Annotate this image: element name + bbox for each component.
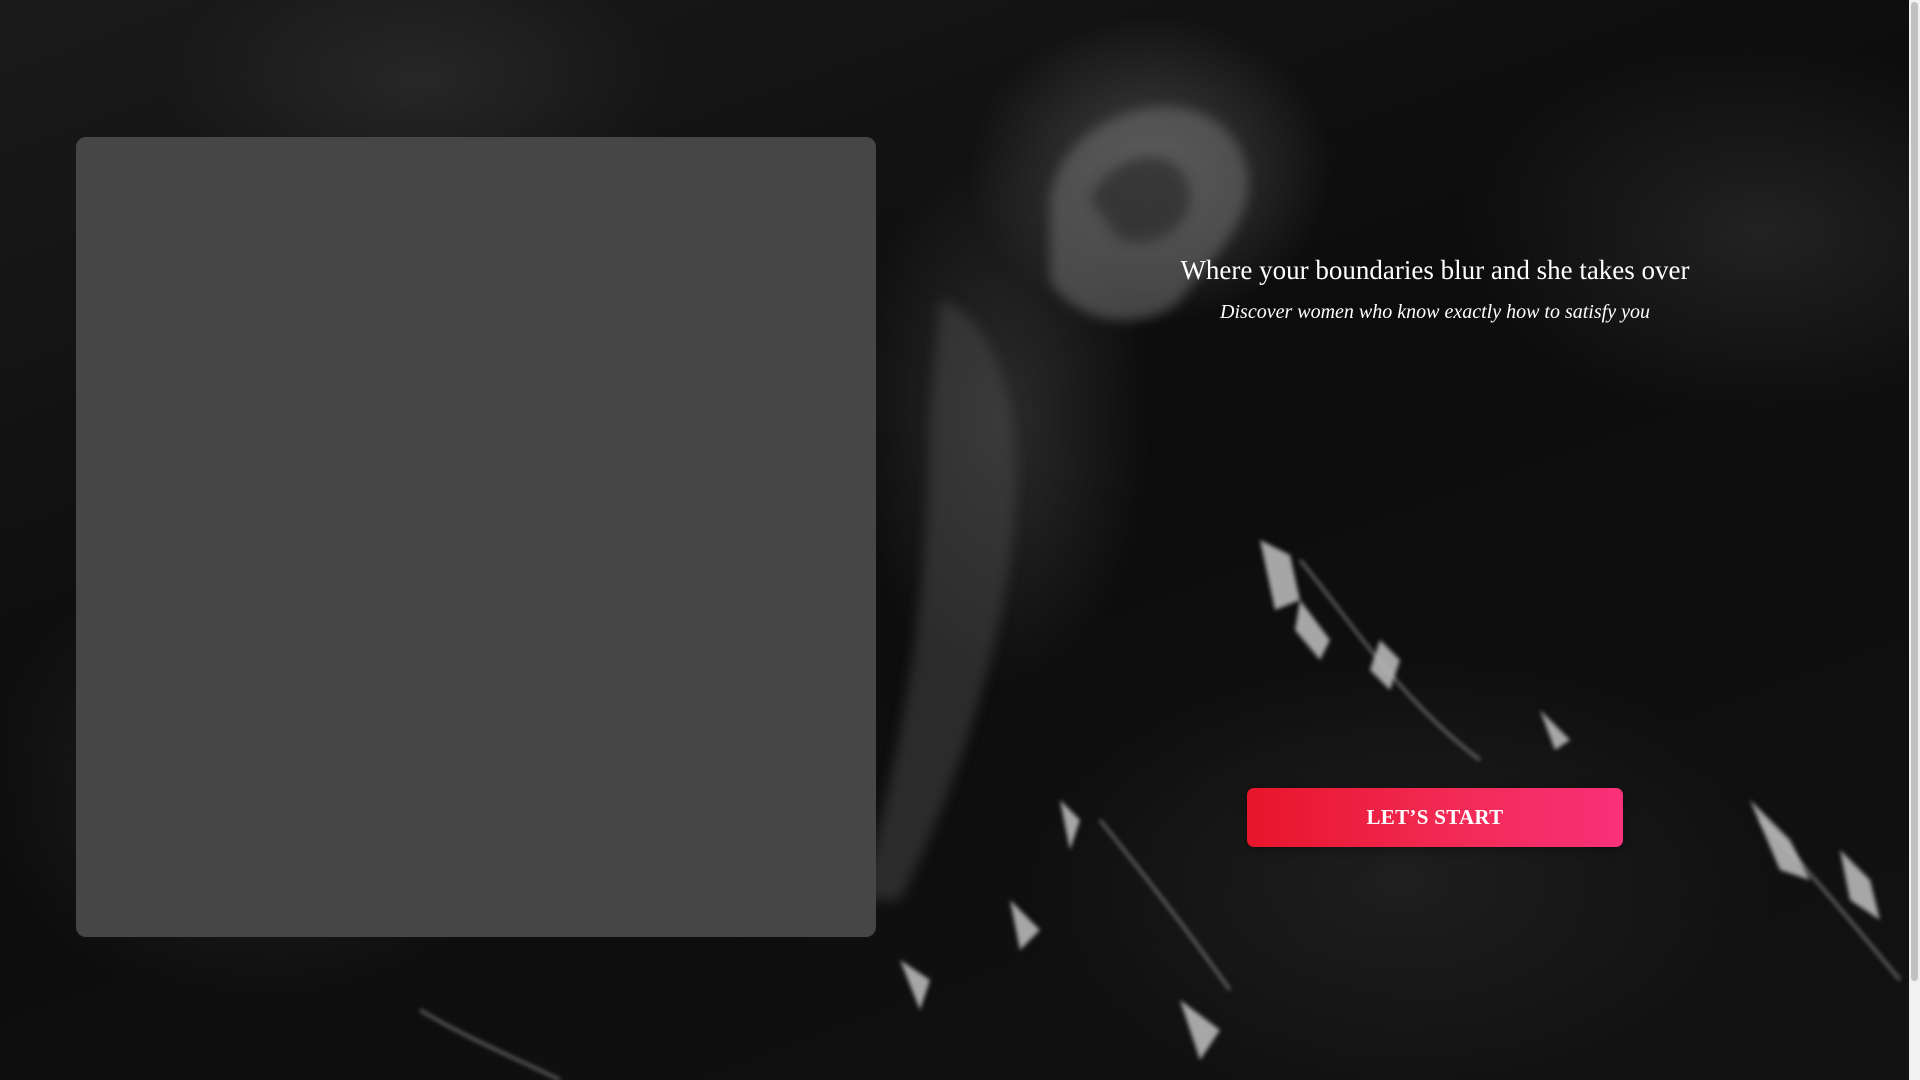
hero-title: Where your boundaries blur and she takes… bbox=[1180, 255, 1690, 285]
hero-subtitle: Discover women who know exactly how to s… bbox=[1220, 301, 1650, 323]
lets-start-button[interactable]: LET’S START bbox=[1247, 788, 1623, 847]
scrollbar-thumb[interactable] bbox=[1911, 2, 1918, 981]
hero-section: Where your boundaries blur and she takes… bbox=[1180, 254, 1690, 324]
vertical-scrollbar[interactable] bbox=[1909, 0, 1920, 1080]
media-placeholder-panel bbox=[76, 137, 876, 937]
landing-page: Where your boundaries blur and she takes… bbox=[0, 0, 1920, 1080]
